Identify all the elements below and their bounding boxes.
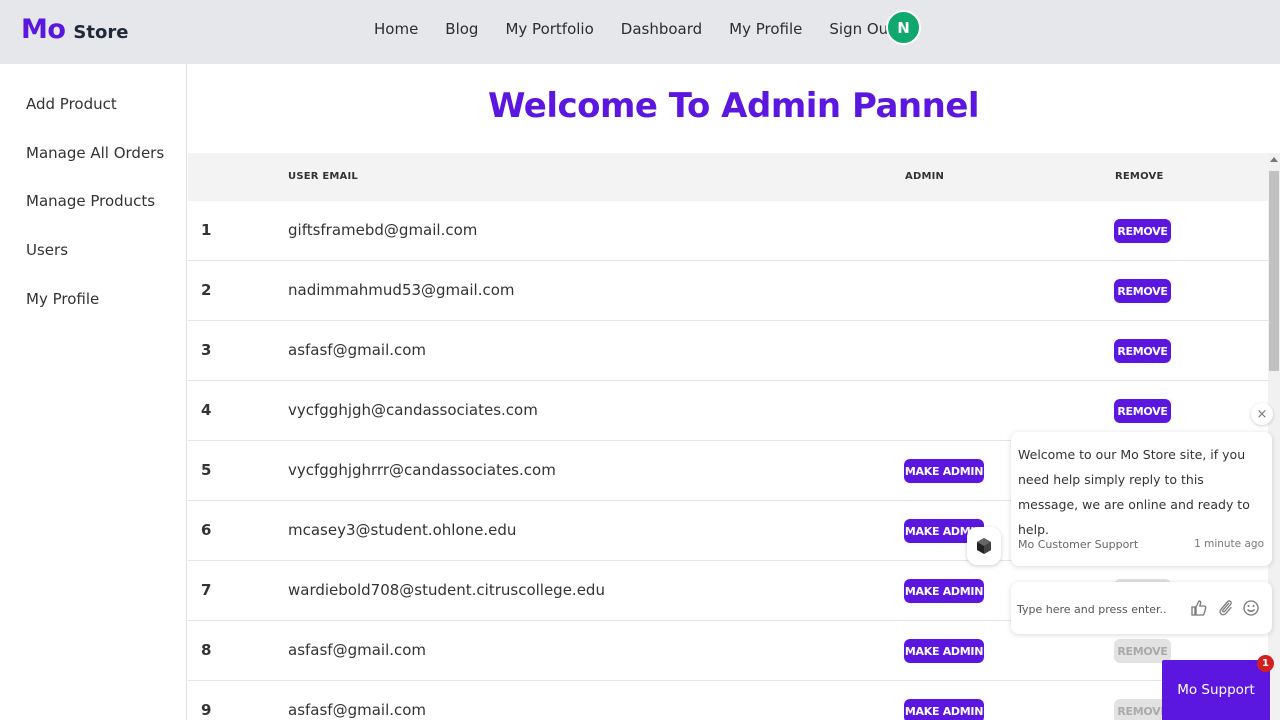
chat-timestamp: 1 minute ago <box>1194 538 1264 550</box>
user-email: vycfgghjgh@candassociates.com <box>288 401 538 419</box>
row-number: 5 <box>201 461 212 479</box>
support-agent-logo-icon <box>967 527 1001 565</box>
user-email: wardiebold708@student.citruscollege.edu <box>288 581 605 599</box>
sidebar-item-add-product[interactable]: Add Product <box>26 95 117 113</box>
sidebar-item-manage-products[interactable]: Manage Products <box>26 192 155 210</box>
table-header: USER EMAIL ADMIN REMOVE <box>188 153 1268 201</box>
row-number: 8 <box>201 641 212 659</box>
remove-user-button[interactable]: REMOVE <box>1114 219 1171 243</box>
row-number: 3 <box>201 341 212 359</box>
user-email: mcasey3@student.ohlone.edu <box>288 521 517 539</box>
user-email: giftsframebd@gmail.com <box>288 221 478 239</box>
row-number: 6 <box>201 521 212 539</box>
table-row: 1 giftsframebd@gmail.com REMOVE <box>188 201 1268 261</box>
avatar[interactable]: N <box>886 10 921 45</box>
nav-my-profile[interactable]: My Profile <box>729 20 802 38</box>
emoji-icon[interactable] <box>1242 599 1260 617</box>
attachment-icon[interactable] <box>1217 599 1235 617</box>
make-admin-button[interactable]: MAKE ADMIN <box>904 699 984 720</box>
page-title: Welcome To Admin Pannel <box>487 86 980 126</box>
sidebar: Add Product Manage All Orders Manage Pro… <box>0 64 187 720</box>
thumbs-up-icon[interactable] <box>1190 599 1208 617</box>
nav-my-portfolio[interactable]: My Portfolio <box>505 20 593 38</box>
user-email: asfasf@gmail.com <box>288 641 427 659</box>
chat-message-input[interactable] <box>1017 599 1177 619</box>
user-email: asfasf@gmail.com <box>288 341 427 359</box>
logo-mo-text: Mo <box>21 14 66 45</box>
sidebar-item-manage-all-orders[interactable]: Manage All Orders <box>26 144 164 162</box>
user-email: vycfgghjghrrr@candassociates.com <box>288 461 556 479</box>
brand-logo[interactable]: Mo Store <box>21 14 128 45</box>
row-number: 1 <box>201 221 212 239</box>
make-admin-button[interactable]: MAKE ADMIN <box>904 459 984 483</box>
column-header-admin: ADMIN <box>905 171 945 182</box>
top-header: Mo Store Home Blog My Portfolio Dashboar… <box>0 0 1280 64</box>
chat-message-bubble: Welcome to our Mo Store site, if you nee… <box>1011 432 1272 566</box>
main-nav: Home Blog My Portfolio Dashboard My Prof… <box>374 20 921 38</box>
table-row: 3 asfasf@gmail.com REMOVE <box>188 321 1268 381</box>
make-admin-button[interactable]: MAKE ADMIN <box>904 639 984 663</box>
row-number: 7 <box>201 581 212 599</box>
row-number: 4 <box>201 401 212 419</box>
make-admin-button[interactable]: MAKE ADMIN <box>904 579 984 603</box>
chat-close-button[interactable]: × <box>1251 403 1273 425</box>
sidebar-item-users[interactable]: Users <box>26 241 68 259</box>
user-email: asfasf@gmail.com <box>288 701 427 719</box>
remove-user-button[interactable]: REMOVE <box>1114 339 1171 363</box>
unread-count-badge: 1 <box>1257 655 1274 672</box>
scroll-up-arrow-icon[interactable] <box>1270 157 1278 162</box>
cube-logo-icon <box>977 538 991 554</box>
nav-dashboard[interactable]: Dashboard <box>621 20 702 38</box>
table-row: 2 nadimmahmud53@gmail.com REMOVE <box>188 261 1268 321</box>
mo-support-button[interactable]: Mo Support <box>1162 660 1270 720</box>
row-number: 9 <box>201 701 212 719</box>
table-row: 9 asfasf@gmail.com MAKE ADMIN REMOVE <box>188 681 1268 720</box>
nav-blog[interactable]: Blog <box>445 20 478 38</box>
logo-store-text: Store <box>73 22 129 43</box>
chat-welcome-message: Welcome to our Mo Store site, if you nee… <box>1018 447 1250 537</box>
chat-composer <box>1011 582 1272 634</box>
column-header-remove: REMOVE <box>1115 171 1164 182</box>
remove-user-button[interactable]: REMOVE <box>1114 279 1171 303</box>
scrollbar-thumb[interactable] <box>1269 171 1279 371</box>
sidebar-item-my-profile[interactable]: My Profile <box>26 290 99 308</box>
chat-sender-name: Mo Customer Support <box>1018 538 1139 551</box>
nav-home[interactable]: Home <box>374 20 418 38</box>
column-header-email: USER EMAIL <box>288 171 358 182</box>
user-email: nadimmahmud53@gmail.com <box>288 281 515 299</box>
row-number: 2 <box>201 281 212 299</box>
remove-user-button[interactable]: REMOVE <box>1114 399 1171 423</box>
nav-sign-out[interactable]: Sign Out <box>829 20 894 38</box>
